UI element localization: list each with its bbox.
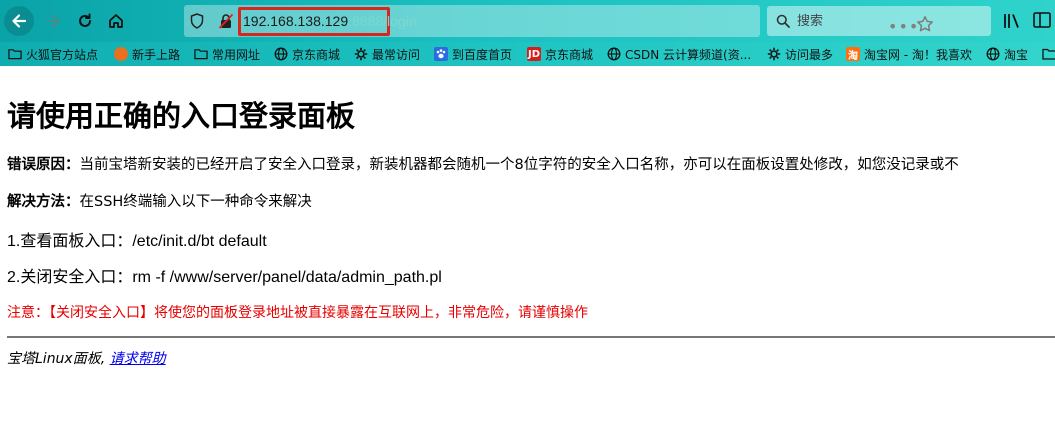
help-link[interactable]: 请求帮助 — [110, 351, 166, 367]
browser-toolbar: ••• 192.168.138.129:8888/login — [0, 0, 1055, 42]
folder-icon — [8, 47, 22, 61]
back-button[interactable] — [4, 6, 34, 36]
divider — [7, 336, 1055, 338]
bookmark-item[interactable]: 火狐官方站点 — [8, 45, 98, 63]
url-text[interactable]: 192.168.138.129:8888/login — [243, 13, 417, 29]
arrow-left-icon — [12, 14, 27, 28]
bookmark-label: 淘宝 — [1004, 47, 1029, 62]
jd-icon: JD — [527, 47, 541, 61]
globe-icon — [607, 47, 621, 61]
error-label: 错误原因： — [7, 157, 80, 173]
bookmark-item[interactable]: 京东商城 — [274, 45, 340, 63]
footer: 宝塔Linux面板, 请求帮助 — [7, 348, 166, 368]
folder-icon — [194, 47, 208, 61]
warning-text: 注意：【关闭安全入口】将使您的面板登录地址被直接暴露在互联网上，非常危险，请谨慎… — [7, 305, 588, 321]
bookmark-label: 新手上路 — [132, 47, 181, 62]
step-disable-entry: 2.关闭安全入口：rm -f /www/server/panel/data/ad… — [7, 269, 442, 286]
reload-button[interactable] — [70, 6, 100, 36]
page-title: 请使用正确的入口登录面板 — [7, 99, 356, 133]
solution: 解决方法：在SSH终端输入以下一种命令来解决 — [7, 190, 312, 211]
bookmark-label: 淘宝网 - 淘！我喜欢 — [864, 47, 972, 62]
taobao-icon: 淘 — [846, 47, 860, 62]
url-path: :8888/login — [348, 13, 417, 29]
error-text: 当前宝塔新安装的已经开启了安全入口登录，新装机器都会随机一个8位字符的安全入口名… — [79, 157, 959, 173]
bookmark-label: 京东商城 — [545, 47, 594, 62]
firefox-icon — [114, 47, 128, 61]
baidu-paw-icon — [434, 47, 448, 61]
search-input[interactable] — [797, 11, 977, 31]
gear-icon — [767, 47, 781, 61]
bookmarks-bar: 火狐官方站点 新手上路 常用网址 京东商城 最常访问 到百度首页 JD 京东商城 — [0, 42, 1055, 66]
bookmark-item[interactable]: CSDN 云计算频道(资... — [607, 45, 751, 63]
bookmark-item[interactable]: 新手上路 — [114, 45, 180, 63]
error-reason: 错误原因：当前宝塔新安装的已经开启了安全入口登录，新装机器都会随机一个8位字符的… — [7, 153, 959, 174]
folder-icon — [1042, 48, 1055, 60]
bookmark-item[interactable]: 最常访问 — [354, 45, 420, 63]
bookmark-label: 火狐官方站点 — [26, 47, 99, 62]
bookmark-item[interactable]: JD 京东商城 — [527, 45, 593, 63]
search-box[interactable] — [767, 6, 991, 36]
solution-text: 在SSH终端输入以下一种命令来解决 — [79, 194, 312, 210]
home-icon — [109, 14, 123, 28]
gear-icon — [354, 47, 368, 61]
bookmark-item[interactable]: 访问最多 — [767, 45, 833, 63]
insecure-lock-icon[interactable] — [218, 13, 234, 29]
bookmark-label: CSDN 云计算频道(资... — [625, 47, 752, 62]
globe-icon — [274, 47, 288, 61]
solution-label: 解决方法： — [7, 194, 80, 210]
search-icon — [776, 14, 790, 28]
bookmarks-overflow-button[interactable] — [1042, 45, 1055, 63]
shield-icon[interactable] — [190, 13, 204, 29]
bookmark-item[interactable]: 常用网址 — [194, 45, 260, 63]
reload-icon — [79, 13, 91, 27]
arrow-right-icon — [46, 14, 60, 28]
bookmark-label: 到百度首页 — [452, 47, 513, 62]
bookmark-item[interactable]: 到百度首页 — [434, 45, 512, 63]
home-button[interactable] — [101, 6, 131, 36]
url-host: 192.168.138.129 — [243, 13, 349, 29]
bookmark-label: 京东商城 — [292, 47, 341, 62]
page-content: 请使用正确的入口登录面板 错误原因：当前宝塔新安装的已经开启了安全入口登录，新装… — [0, 66, 1055, 434]
bookmark-label: 最常访问 — [372, 47, 421, 62]
forward-button[interactable] — [38, 6, 68, 36]
bookmark-item[interactable]: 淘 淘宝网 - 淘！我喜欢 — [846, 45, 972, 63]
library-icon[interactable] — [1003, 13, 1021, 29]
bookmark-label: 访问最多 — [785, 47, 834, 62]
bookmark-item[interactable]: 淘宝 — [986, 45, 1028, 63]
bookmark-label: 常用网址 — [212, 47, 261, 62]
footer-text: 宝塔Linux面板, — [7, 351, 110, 367]
sidebar-icon[interactable] — [1033, 12, 1051, 28]
step-view-entry: 1.查看面板入口：/etc/init.d/bt default — [7, 233, 267, 250]
globe-icon — [986, 47, 1000, 61]
